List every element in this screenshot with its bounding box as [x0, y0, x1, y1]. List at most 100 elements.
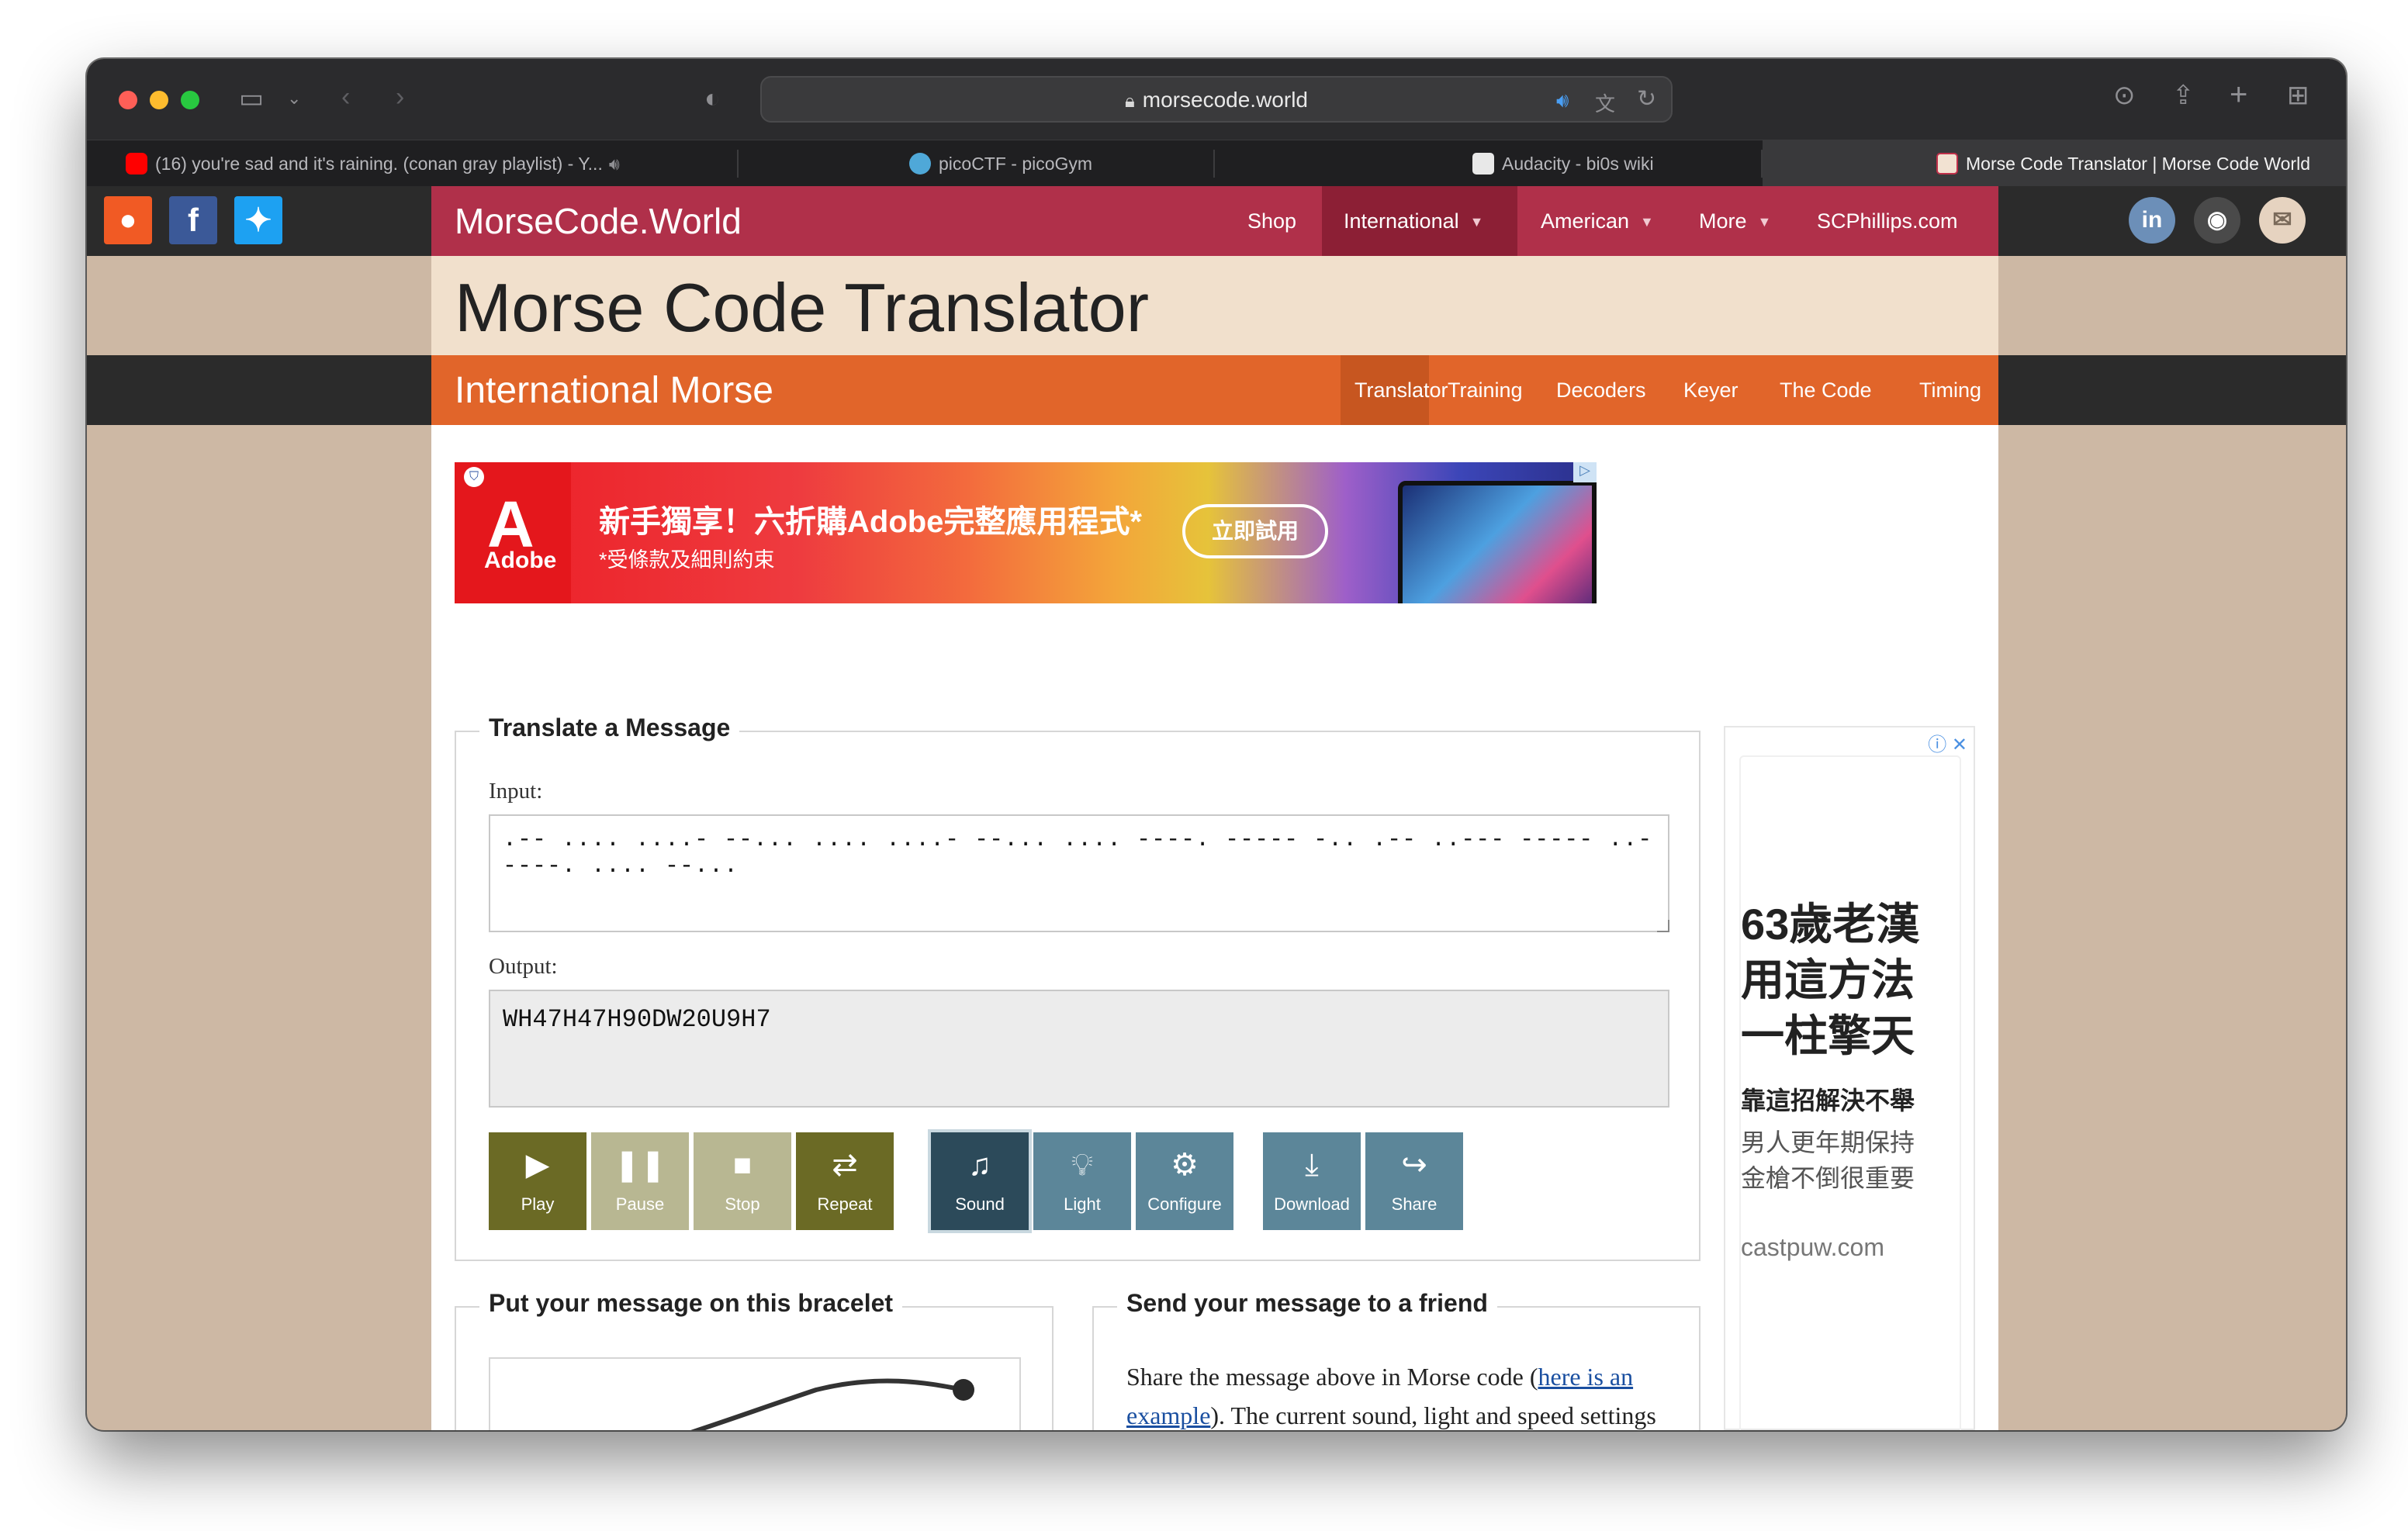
subnav-bar: International Morse Translator Training …: [431, 355, 1998, 425]
subnav-decoders[interactable]: Decoders: [1556, 355, 1646, 425]
tab-morse[interactable]: Morse Code Translator | Morse Code World…: [1763, 140, 2346, 187]
play-button[interactable]: ▶ Play: [489, 1132, 586, 1230]
page-title: Morse Code Translator: [455, 269, 1150, 346]
subnav-keyer[interactable]: Keyer: [1683, 355, 1739, 425]
audacity-icon: [1472, 152, 1494, 175]
ad-badge-icon: ⛉: [464, 467, 484, 487]
section-title: International Morse: [455, 370, 773, 411]
subnav-timing[interactable]: Timing: [1919, 355, 1981, 425]
linkedin-icon[interactable]: in: [2129, 197, 2175, 244]
nav-scphillips[interactable]: SCPhillips.com: [1817, 186, 1995, 256]
forward-icon[interactable]: ›: [396, 84, 404, 110]
share-icon[interactable]: ⇪: [2172, 82, 2195, 109]
chevron-down-icon[interactable]: ⌄: [287, 90, 301, 107]
ad-cta-button[interactable]: 立即試用: [1182, 504, 1328, 558]
morse-icon: [1936, 152, 1958, 175]
input-label: Input:: [489, 779, 543, 804]
ad-image: [1398, 481, 1597, 603]
side-ad-domain: castpuw.com: [1741, 1233, 1884, 1261]
close-window-button[interactable]: [119, 91, 137, 109]
nav-international[interactable]: International ▼: [1322, 186, 1517, 256]
morse-input[interactable]: .-- .... ....- --... .... ....- --... ..…: [489, 814, 1669, 932]
back-icon[interactable]: ‹: [341, 84, 350, 110]
speaker-icon[interactable]: 🔊︎: [1556, 88, 1569, 113]
repeat-button[interactable]: ⇄ Repeat: [796, 1132, 894, 1230]
share-icon: ↪: [1401, 1148, 1427, 1182]
pause-icon: ❚❚: [614, 1148, 666, 1182]
text-output[interactable]: WH47H47H90DW20U9H7: [489, 990, 1669, 1108]
banner-ad[interactable]: A Adobe ⛉ 新手獨享！六折購Adobe完整應用程式* *受條款及細則約束…: [455, 462, 1597, 603]
tab-title: Audacity - bi0s wiki: [1502, 154, 1654, 174]
speaker-icon[interactable]: 🔊︎: [609, 154, 620, 174]
pause-button[interactable]: ❚❚ Pause: [591, 1132, 689, 1230]
zoom-window-button[interactable]: [181, 91, 199, 109]
site-navbar: MorseCode.World Shop International ▼ Amer…: [431, 186, 1998, 256]
bracelet-image[interactable]: [489, 1357, 1021, 1430]
reddit-icon[interactable]: ●: [104, 196, 152, 244]
reload-icon[interactable]: ↻: [1637, 85, 1656, 112]
subnav-the-code[interactable]: The Code: [1780, 355, 1872, 425]
tab-overview-icon[interactable]: ⊞: [2287, 82, 2309, 109]
twitter-icon[interactable]: ✦: [234, 196, 282, 244]
facebook-icon[interactable]: f: [169, 196, 217, 244]
download-button[interactable]: ⤓ Download: [1263, 1132, 1361, 1230]
browser-window: ▭ ⌄ ‹ › ◐ 🔒︎ morsecode.world 🔊︎ 文 ↻ ⊙ ⇪ +…: [87, 59, 2346, 1430]
youtube-icon: [126, 152, 147, 175]
gear-icon: ⚙: [1171, 1148, 1199, 1182]
translate-box: Translate a Message Input: .-- .... ....…: [455, 714, 1700, 1261]
new-tab-icon[interactable]: +: [2230, 79, 2247, 110]
lightbulb-icon: 💡︎: [1071, 1148, 1093, 1182]
caret-down-icon: ▼: [1640, 214, 1654, 230]
tab-title: (16) you're sad and it's raining. (conan…: [155, 154, 603, 174]
side-ad-subhead: 靠這招解決不舉: [1741, 1087, 1915, 1115]
tab-bar: (16) you're sad and it's raining. (conan…: [87, 140, 2346, 187]
side-ad-headline: 63歲老漢 用這方法 一柱擎天: [1741, 900, 1920, 1060]
ad-headline: 新手獨享！六折購Adobe完整應用程式*: [599, 505, 1142, 539]
email-icon[interactable]: ✉: [2259, 197, 2306, 244]
sidebar-icon[interactable]: ▭: [239, 85, 264, 112]
github-icon[interactable]: ◉: [2194, 197, 2240, 244]
downloads-icon[interactable]: ⊙: [2113, 82, 2136, 109]
repeat-icon: ⇄: [832, 1148, 858, 1182]
site-brand[interactable]: MorseCode.World: [455, 200, 742, 242]
send-description: Share the message above in Morse code (h…: [1126, 1363, 1656, 1429]
ad-info-icon[interactable]: ▷: [1573, 462, 1597, 482]
share-button[interactable]: ↪ Share: [1365, 1132, 1463, 1230]
tab-title: Morse Code Translator | Morse Code World: [1966, 154, 2310, 174]
ad-subline: *受條款及細則約束: [599, 548, 775, 572]
send-legend: Send your message to a friend: [1117, 1289, 1497, 1318]
lock-icon: 🔒︎: [1125, 91, 1135, 112]
bracelet-legend: Put your message on this bracelet: [479, 1289, 903, 1318]
privacy-shield-icon[interactable]: ◐: [704, 85, 721, 112]
subnav-training[interactable]: Training: [1448, 355, 1523, 425]
nav-more[interactable]: More ▼: [1693, 186, 1794, 256]
bracelet-box: Put your message on this bracelet: [455, 1289, 1054, 1430]
light-button[interactable]: 💡︎ Light: [1033, 1132, 1131, 1230]
translate-icon[interactable]: 文: [1595, 88, 1615, 117]
sound-button[interactable]: ♫ Sound: [928, 1129, 1032, 1233]
address-bar[interactable]: 🔒︎ morsecode.world 🔊︎ 文 ↻: [760, 76, 1673, 123]
stop-button[interactable]: ■ Stop: [694, 1132, 791, 1230]
side-ad-body: 男人更年期保持 金槍不倒很重要: [1741, 1128, 1915, 1192]
ad-close-icon[interactable]: ⓘ ✕: [1928, 729, 1967, 756]
play-icon: ▶: [525, 1148, 550, 1182]
music-note-icon: ♫: [968, 1148, 991, 1182]
stop-icon: ■: [732, 1148, 752, 1182]
configure-button[interactable]: ⚙ Configure: [1136, 1132, 1233, 1230]
tab-audacity[interactable]: Audacity - bi0s wiki: [1387, 140, 1697, 187]
tab-picoctf[interactable]: picoCTF - picoGym: [832, 140, 1220, 187]
nav-american[interactable]: American ▼: [1533, 186, 1680, 256]
caret-down-icon: ▼: [1469, 214, 1484, 230]
tab-youtube[interactable]: (16) you're sad and it's raining. (conan…: [119, 140, 725, 187]
download-icon: ⤓: [1305, 1148, 1319, 1182]
main-content: A Adobe ⛉ 新手獨享！六折購Adobe完整應用程式* *受條款及細則約束…: [431, 425, 1998, 1430]
url-text: morsecode.world: [1142, 88, 1308, 112]
nav-shop[interactable]: Shop: [1247, 186, 1322, 256]
picoctf-icon: [909, 152, 931, 175]
output-label: Output:: [489, 954, 558, 979]
minimize-window-button[interactable]: [150, 91, 168, 109]
side-ad[interactable]: ⓘ ✕ 63歲老漢 用這方法 一柱擎天 靠這招解決不舉 男人更年期保持 金槍不倒…: [1724, 726, 1975, 1430]
resize-handle[interactable]: [1657, 920, 1669, 932]
subnav-translator[interactable]: Translator: [1341, 355, 1448, 425]
browser-toolbar: ▭ ⌄ ‹ › ◐ 🔒︎ morsecode.world 🔊︎ 文 ↻ ⊙ ⇪ +…: [87, 59, 2346, 140]
